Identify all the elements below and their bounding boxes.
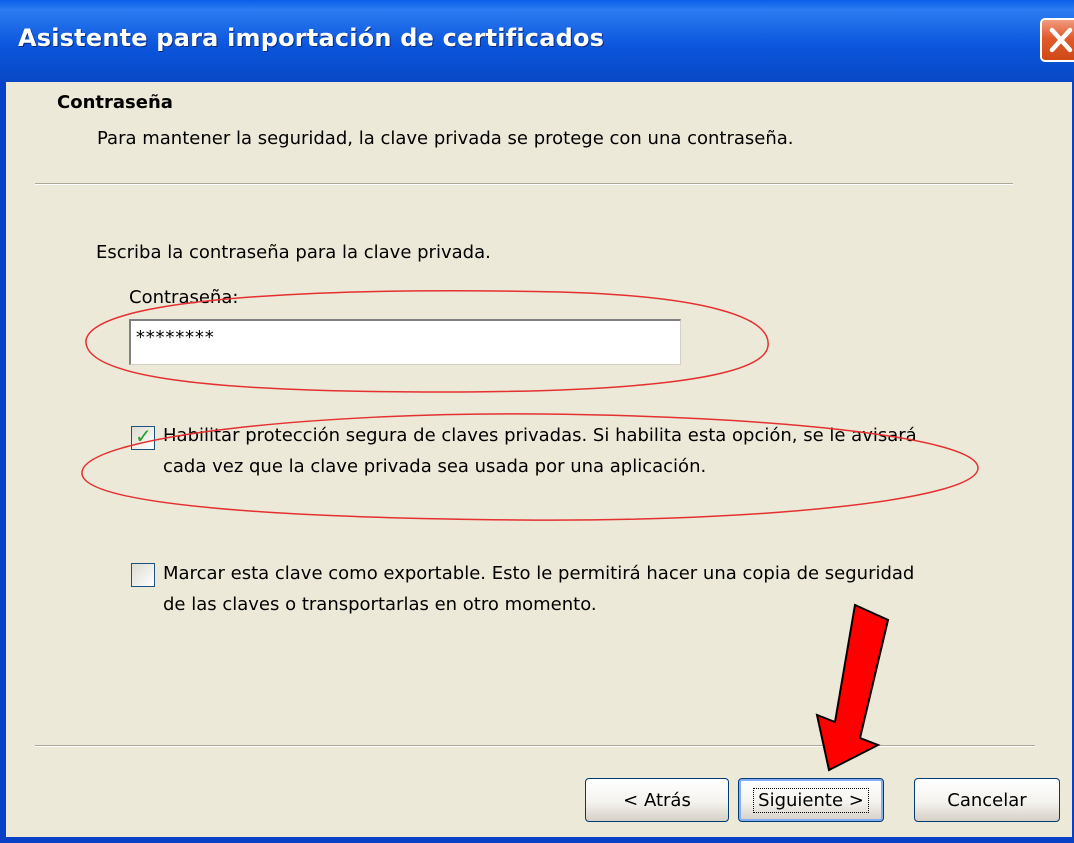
red-arrow-icon: [815, 603, 890, 772]
checkbox-highlight-ellipse: [81, 413, 979, 521]
certificate-import-wizard-window: Asistente para importación de certificad…: [0, 0, 1074, 843]
annotation-overlay: [81, 290, 979, 772]
password-highlight-ellipse: [85, 290, 769, 393]
